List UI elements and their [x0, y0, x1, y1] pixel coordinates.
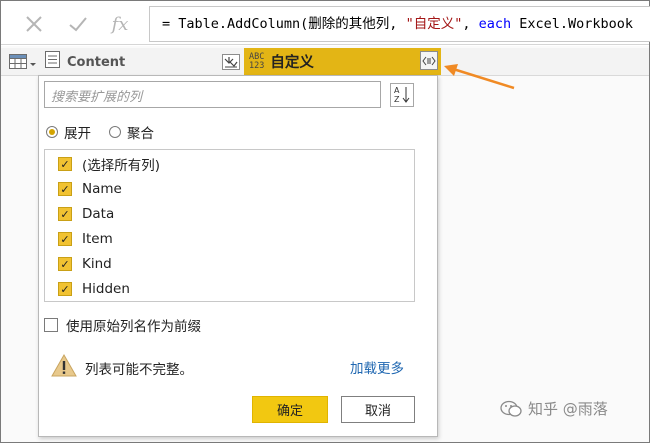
watermark: 知乎 @雨落	[500, 398, 608, 419]
prefix-label: 使用原始列名作为前缀	[66, 319, 201, 335]
list-item-label: Name	[82, 181, 122, 197]
list-item[interactable]: ✓ Item	[58, 230, 113, 248]
formula-prefix: = Table.AddColumn(删除的其他列,	[162, 16, 406, 32]
any-type-icon: ABC 123	[249, 51, 265, 71]
annotation-arrow	[444, 64, 515, 90]
check-icon[interactable]	[63, 9, 93, 39]
list-item-label: Item	[82, 231, 113, 247]
checkbox-checked-icon[interactable]: ✓	[58, 182, 72, 196]
column-header-custom[interactable]: ABC 123 自定义	[244, 48, 441, 75]
checkbox-checked-icon[interactable]: ✓	[58, 232, 72, 246]
radio-aggregate-icon	[109, 126, 121, 138]
expand-down-icon[interactable]	[222, 54, 240, 70]
prefix-option[interactable]: 使用原始列名作为前缀	[44, 315, 201, 335]
radio-expand[interactable]: 展开	[46, 122, 91, 142]
sort-az-icon[interactable]: A Z	[390, 83, 414, 107]
warning-icon	[51, 353, 77, 381]
svg-text:Z: Z	[394, 95, 400, 104]
formula-keyword: each	[478, 16, 512, 32]
ok-button[interactable]: 确定	[252, 396, 328, 423]
svg-text:A: A	[394, 86, 400, 95]
expand-column-popup: 搜索要扩展的列 A Z 展开 聚合 ✓ (选择所有列) ✓ Name ✓ Data ✓…	[38, 75, 438, 437]
radio-expand-label: 展开	[64, 126, 91, 142]
list-item-label: Kind	[82, 256, 112, 272]
formula-bar: fx = Table.AddColumn(删除的其他列, "自定义", each…	[1, 1, 650, 45]
list-item-label: Hidden	[82, 281, 130, 297]
formula-input[interactable]: = Table.AddColumn(删除的其他列, "自定义", each Ex…	[149, 6, 650, 42]
list-item-label: Data	[82, 206, 115, 222]
checkbox-checked-icon[interactable]: ✓	[58, 157, 72, 171]
radio-aggregate[interactable]: 聚合	[109, 122, 154, 142]
watermark-text: 知乎 @雨落	[528, 400, 608, 418]
formula-sep: ,	[462, 16, 479, 32]
mode-radio-group: 展开 聚合	[46, 122, 172, 142]
load-more-link[interactable]: 加载更多	[350, 357, 404, 377]
list-item[interactable]: ✓ Name	[58, 180, 122, 198]
text-type-icon	[45, 51, 61, 73]
list-item[interactable]: ✓ Data	[58, 205, 114, 223]
expand-columns-icon[interactable]	[420, 51, 438, 70]
checkbox-checked-icon[interactable]: ✓	[58, 257, 72, 271]
list-item[interactable]: ✓ Kind	[58, 255, 112, 273]
cancel-button[interactable]: 取消	[341, 396, 415, 423]
radio-expand-icon	[46, 126, 58, 138]
formula-rest: Excel.Workbook	[511, 16, 634, 32]
column-header-content[interactable]: Content	[45, 49, 243, 75]
list-item[interactable]: ✓ (选择所有列)	[58, 155, 161, 174]
fx-icon[interactable]: fx	[105, 9, 135, 39]
checkbox-checked-icon[interactable]: ✓	[58, 282, 72, 296]
search-input[interactable]: 搜索要扩展的列	[44, 81, 381, 108]
list-item-label: (选择所有列)	[82, 158, 161, 174]
formula-string: "自定义"	[405, 16, 463, 32]
list-item[interactable]: ✓ Hidden	[58, 280, 130, 298]
grid-header-row: Content ABC 123 自定义	[1, 48, 649, 76]
column-list: ✓ (选择所有列) ✓ Name ✓ Data ✓ Item ✓ Kind ✓ Hidden	[44, 149, 415, 302]
table-icon[interactable]	[9, 53, 39, 71]
wechat-icon	[500, 400, 522, 418]
x-icon[interactable]	[19, 9, 49, 39]
warning-text: 列表可能不完整。	[85, 361, 193, 378]
column-label-content: Content	[67, 54, 126, 70]
warning-message: 列表可能不完整。	[51, 353, 193, 381]
column-label-custom: 自定义	[270, 55, 314, 71]
checkbox-unchecked-icon[interactable]	[44, 318, 58, 332]
radio-aggregate-label: 聚合	[127, 126, 154, 142]
checkbox-checked-icon[interactable]: ✓	[58, 207, 72, 221]
